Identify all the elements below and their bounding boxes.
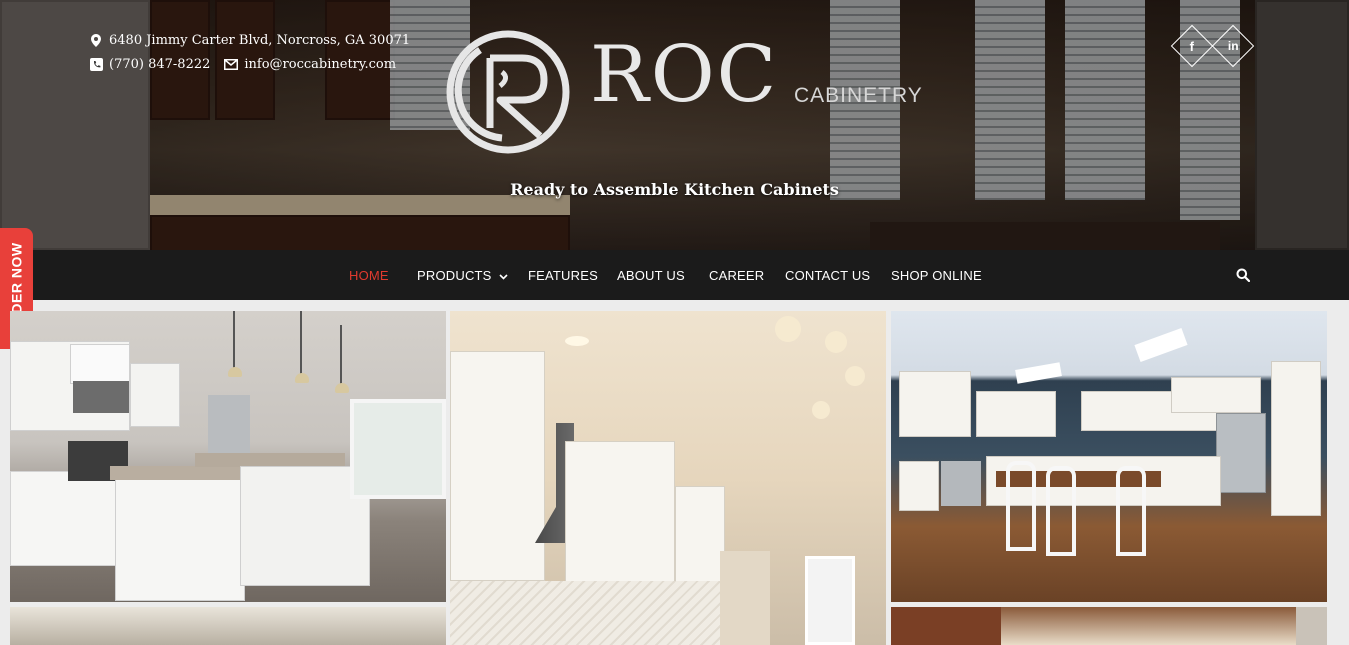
gallery-image[interactable] <box>450 311 886 645</box>
gallery-image[interactable] <box>891 311 1327 602</box>
nav-item-career[interactable]: CAREER <box>709 268 764 283</box>
phone-email-row: (770) 847-8222 info@roccabinetry.com <box>89 52 410 76</box>
chevron-down-icon <box>499 273 508 280</box>
address-text: 6480 Jimmy Carter Blvd, Norcross, GA 300… <box>109 32 411 48</box>
logo-monogram <box>446 30 570 154</box>
email-link[interactable]: info@roccabinetry.com <box>244 57 396 72</box>
address-row: 6480 Jimmy Carter Blvd, Norcross, GA 300… <box>89 28 410 52</box>
hero-banner: 6480 Jimmy Carter Blvd, Norcross, GA 300… <box>0 0 1349 250</box>
gallery-image[interactable] <box>10 607 446 645</box>
nav-item-about-us[interactable]: ABOUT US <box>617 268 685 283</box>
nav-item-contact-us[interactable]: CONTACT US <box>785 268 870 283</box>
logo-text: ROC <box>590 30 779 120</box>
nav-item-products-label: PRODUCTS <box>417 268 492 283</box>
nav-item-products[interactable]: PRODUCTS <box>417 268 508 283</box>
gallery-image[interactable] <box>891 607 1327 645</box>
nav-item-home[interactable]: HOME <box>349 268 389 283</box>
phone-icon <box>89 57 103 71</box>
nav-item-shop-online[interactable]: SHOP ONLINE <box>891 268 982 283</box>
facebook-icon: f <box>1189 38 1195 54</box>
search-icon[interactable] <box>1236 268 1250 282</box>
nav-item-features[interactable]: FEATURES <box>528 268 598 283</box>
phone-link[interactable]: (770) 847-8222 <box>109 57 210 72</box>
envelope-icon <box>224 57 239 71</box>
logo-subtext: CABINETRY <box>794 84 923 107</box>
map-marker-icon <box>89 33 103 47</box>
main-nav: HOME PRODUCTS FEATURES ABOUT US CAREER C… <box>0 250 1349 300</box>
hero-tagline: Ready to Assemble Kitchen Cabinets <box>510 180 839 199</box>
roc-logo[interactable]: ROC CABINETRY <box>440 28 923 154</box>
linkedin-icon: in <box>1227 38 1239 53</box>
contact-info: 6480 Jimmy Carter Blvd, Norcross, GA 300… <box>89 28 410 76</box>
gallery-image[interactable] <box>10 311 446 602</box>
